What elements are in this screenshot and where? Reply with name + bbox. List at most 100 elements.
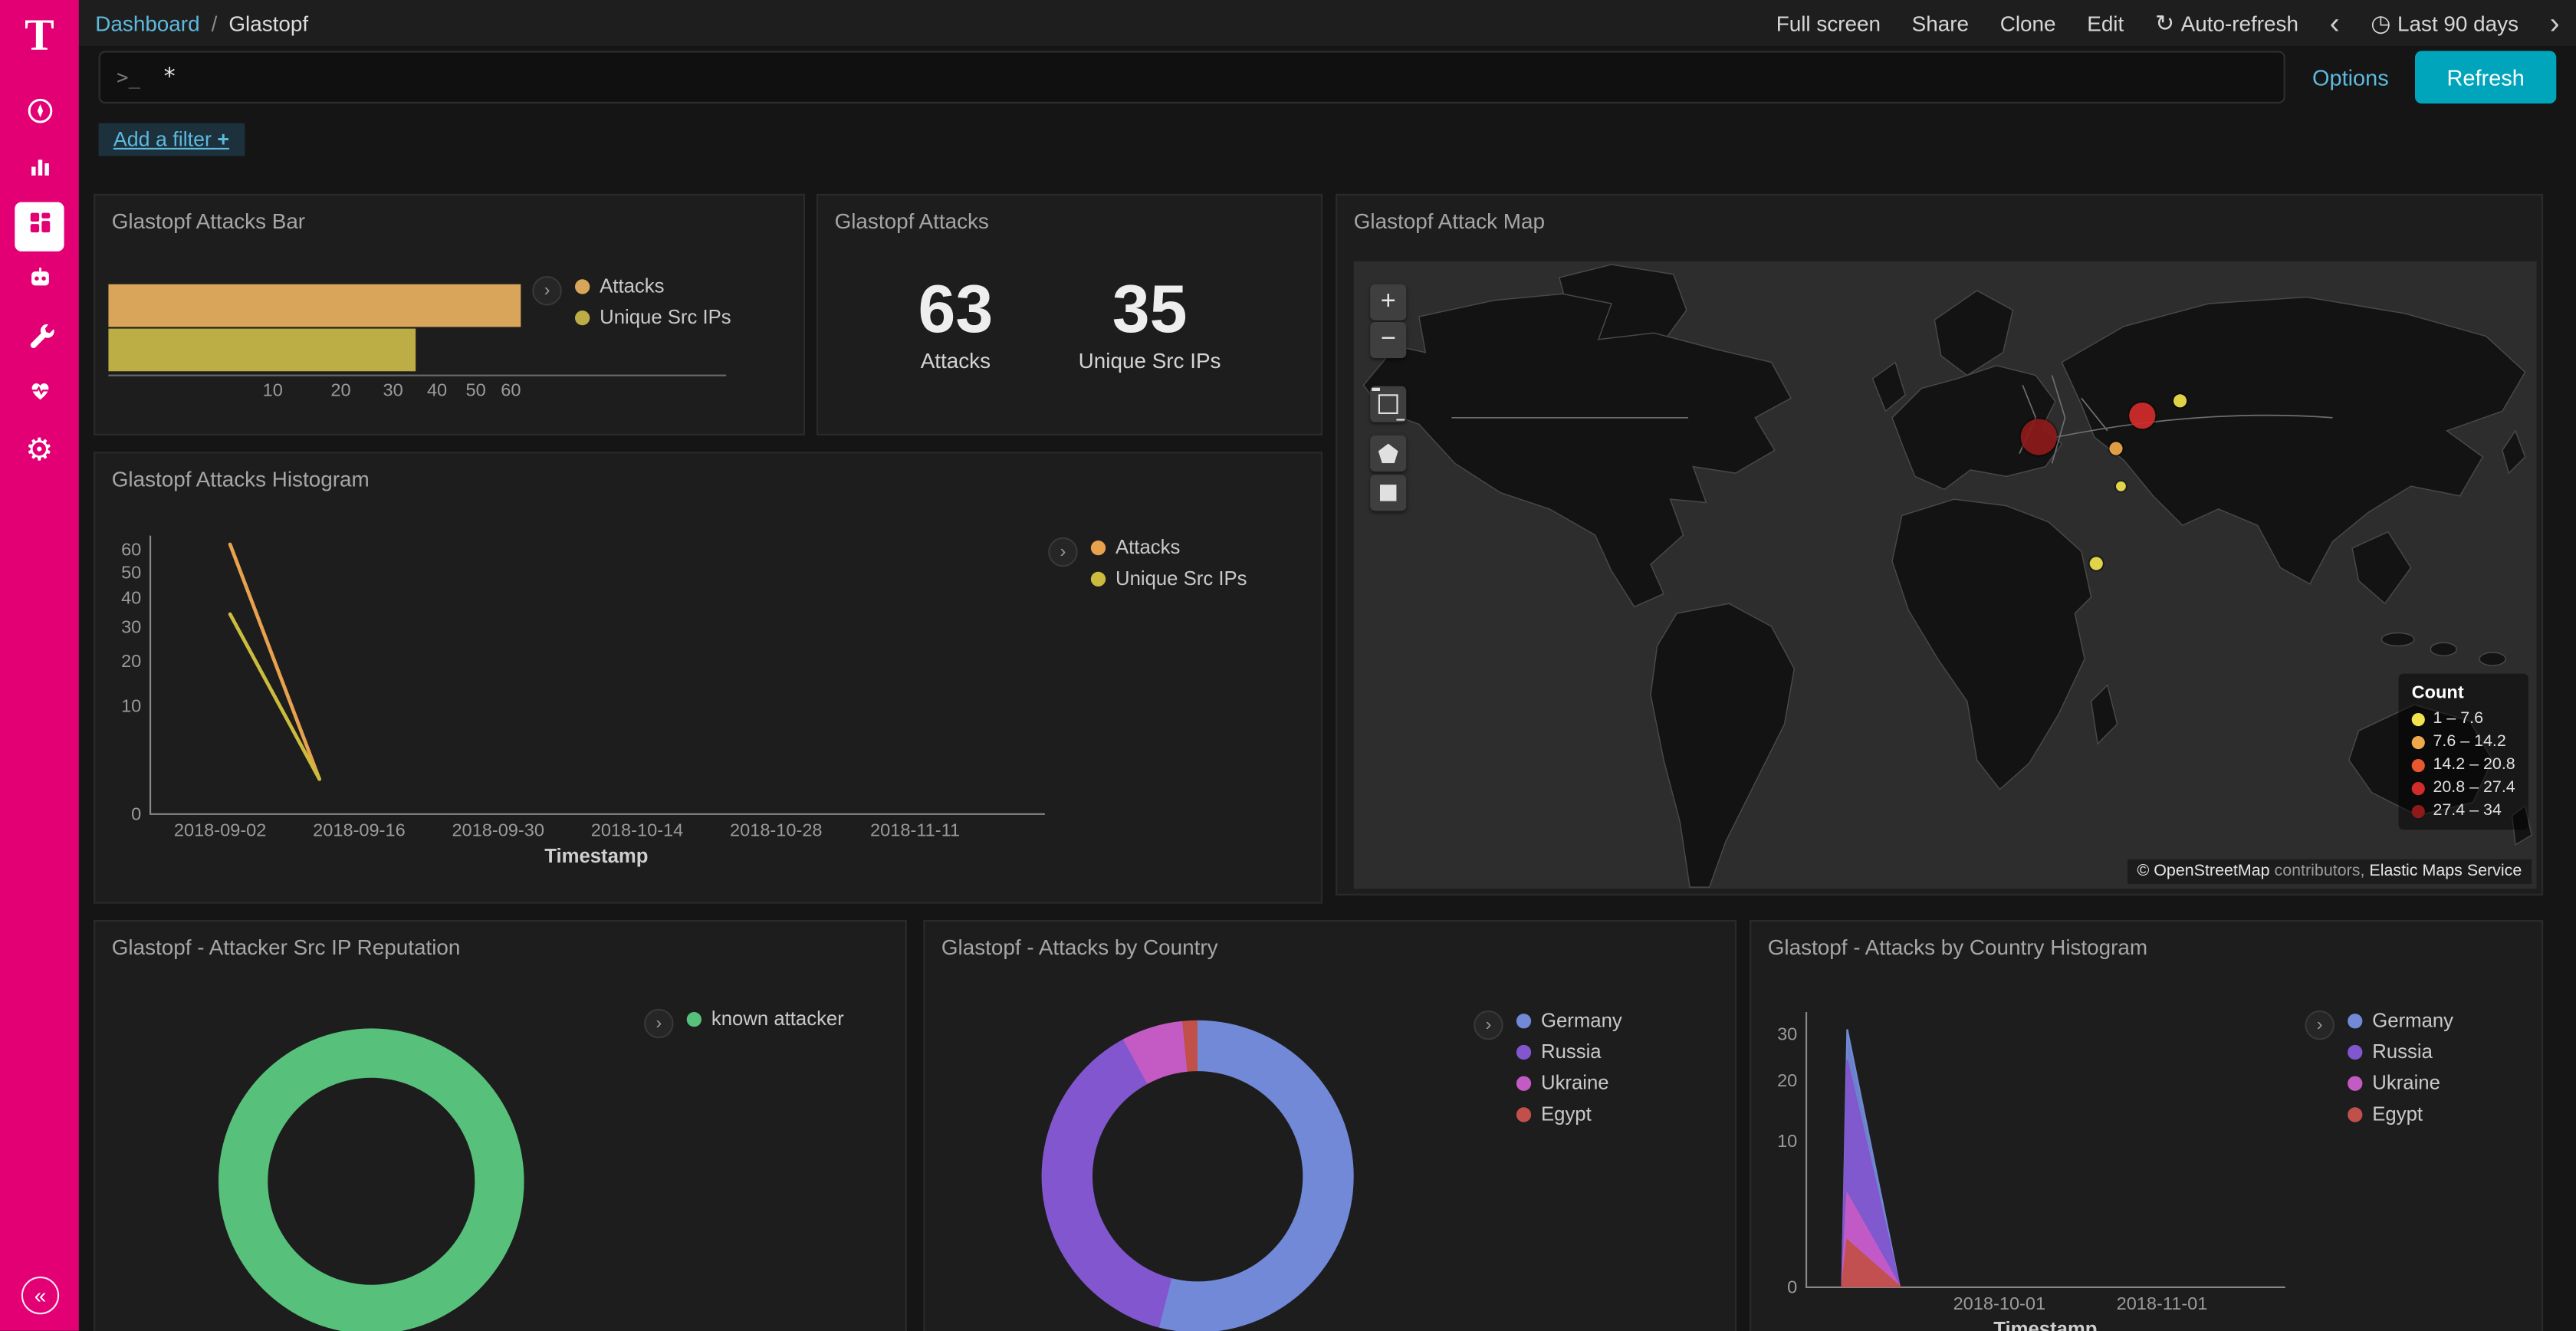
map-legend-row: 20.8 – 27.4 — [2412, 779, 2515, 797]
donut-hole — [1092, 1071, 1303, 1281]
legend-item[interactable]: Ukraine — [2348, 1071, 2453, 1094]
panel-attack-map: Glastopf Attack Map — [1336, 194, 2543, 896]
y-tick-label: 60 — [121, 539, 141, 559]
attack-point[interactable] — [2174, 394, 2187, 407]
time-range-label: Last 90 days — [2397, 11, 2518, 35]
x-tick-label: 2018-10-01 — [1953, 1293, 2046, 1313]
x-tick-label: 50 — [459, 381, 492, 401]
query-input-wrap: >_ — [99, 51, 2286, 104]
legend-dot — [575, 310, 590, 324]
time-forward-chevron-icon[interactable]: › — [2550, 8, 2560, 38]
zoom-out-button[interactable]: − — [1370, 322, 1406, 358]
draw-rectangle-button[interactable] — [1370, 475, 1406, 511]
time-picker-button[interactable]: ◷Last 90 days — [2371, 9, 2518, 37]
legend-item[interactable]: Germany — [2348, 1009, 2453, 1032]
crop-icon — [1378, 394, 1398, 414]
sidebar-item-dashboard[interactable] — [15, 202, 64, 251]
sidebar-item-dev-tools[interactable] — [15, 314, 64, 363]
legend-item[interactable]: Attacks — [575, 274, 731, 297]
legend-item[interactable]: Germany — [1516, 1009, 1622, 1032]
bar-segment[interactable] — [108, 284, 521, 327]
plus-icon: + — [217, 128, 229, 151]
bar-segment[interactable] — [108, 329, 416, 372]
fit-bounds-button[interactable] — [1370, 386, 1406, 422]
donut-chart[interactable] — [219, 1028, 524, 1331]
mask-icon — [25, 265, 53, 301]
panel-title: Glastopf - Attacks by Country — [941, 935, 1719, 959]
attack-point[interactable] — [2109, 442, 2122, 455]
legend-label: Russia — [2372, 1040, 2433, 1063]
legend-toggle-icon[interactable]: › — [2305, 1011, 2334, 1040]
legend-dot — [2412, 781, 2425, 794]
add-filter-link[interactable]: Add a filter + — [99, 123, 245, 156]
legend-items: Attacks Unique Src IPs — [575, 274, 731, 329]
legend-toggle-icon[interactable]: › — [1474, 1011, 1503, 1040]
panel-attacks-by-country: Glastopf - Attacks by Country › Germany Ru… — [923, 920, 1737, 1331]
zoom-in-button[interactable]: + — [1370, 284, 1406, 320]
legend-item[interactable]: Russia — [1516, 1040, 1622, 1063]
share-button[interactable]: Share — [1912, 11, 1969, 35]
series-line[interactable] — [230, 544, 320, 779]
legend-item[interactable]: Attacks — [1091, 536, 1247, 559]
sidebar-item-visualize[interactable] — [15, 146, 64, 196]
world-map[interactable]: + − Count 1 – 7.67.6 – 14.214.2 – 20.820… — [1354, 261, 2537, 889]
legend-label: Ukraine — [2372, 1071, 2440, 1094]
legend-item[interactable]: Unique Src IPs — [1091, 567, 1247, 590]
options-link[interactable]: Options — [2312, 65, 2389, 90]
time-back-chevron-icon[interactable]: ‹ — [2330, 8, 2340, 38]
legend-range-label: 1 – 7.6 — [2433, 710, 2483, 728]
legend-item[interactable]: known attacker — [687, 1007, 844, 1030]
legend-item[interactable]: Egypt — [2348, 1103, 2453, 1126]
attack-point[interactable] — [2090, 557, 2103, 570]
full-screen-button[interactable]: Full screen — [1776, 11, 1881, 35]
legend-toggle-icon[interactable]: › — [644, 1009, 674, 1039]
sidebar-item-timelion[interactable] — [15, 258, 64, 307]
y-tick-label: 20 — [1777, 1070, 1797, 1090]
search-query-input[interactable] — [99, 51, 2286, 104]
metric-label: Attacks — [918, 348, 994, 373]
attack-point[interactable] — [2021, 419, 2057, 455]
legend-dot — [1516, 1044, 1531, 1059]
series-line[interactable] — [230, 614, 320, 779]
legend-toggle-icon[interactable]: › — [532, 276, 562, 306]
sidebar-item-management[interactable]: ⚙ — [15, 426, 64, 475]
draw-polygon-button[interactable] — [1370, 435, 1406, 472]
attack-point[interactable] — [2129, 403, 2155, 429]
chart-legend: › Attacks Unique Src IPs — [1048, 536, 1247, 590]
refresh-button[interactable]: Refresh — [2415, 51, 2556, 104]
panel-title: Glastopf Attacks Bar — [112, 209, 787, 233]
donut-chart[interactable] — [1042, 1020, 1354, 1331]
x-tick-label: 60 — [495, 381, 527, 401]
map-legend-row: 14.2 – 20.8 — [2412, 756, 2515, 774]
sidebar-item-discover[interactable] — [15, 90, 64, 140]
dashboard-icon — [25, 209, 53, 245]
x-tick-label: 2018-09-16 — [313, 820, 406, 840]
breadcrumb-separator: / — [212, 11, 218, 35]
legend-label: Egypt — [1541, 1103, 1592, 1126]
legend-item[interactable]: Egypt — [1516, 1103, 1622, 1126]
legend-item[interactable]: Russia — [2348, 1040, 2453, 1063]
legend-item[interactable]: Unique Src IPs — [575, 306, 731, 329]
legend-label: Attacks — [600, 274, 664, 297]
breadcrumb-dashboard-link[interactable]: Dashboard — [95, 11, 199, 35]
legend-toggle-icon[interactable]: › — [1048, 537, 1078, 567]
x-tick-label: 2018-10-14 — [591, 820, 684, 840]
clone-button[interactable]: Clone — [2000, 11, 2056, 35]
edit-button[interactable]: Edit — [2087, 11, 2124, 35]
breadcrumb-current: Glastopf — [228, 11, 308, 35]
legend-label: Attacks — [1116, 536, 1180, 559]
map-legend-title: Count — [2412, 683, 2515, 703]
sidebar-collapse-button[interactable]: « — [21, 1277, 59, 1314]
attack-point[interactable] — [2116, 481, 2126, 491]
y-tick-label: 0 — [1787, 1277, 1797, 1296]
topnav-actions: Full screen Share Clone Edit ↻Auto-refre… — [1776, 8, 2560, 38]
sidebar-item-monitoring[interactable] — [15, 370, 64, 419]
legend-dot — [1516, 1106, 1531, 1121]
panel-src-ip-reputation: Glastopf - Attacker Src IP Reputation ›k… — [94, 920, 907, 1331]
auto-refresh-button[interactable]: ↻Auto-refresh — [2155, 9, 2298, 37]
telekom-logo: T — [25, 10, 54, 61]
legend-items: Germany Russia Ukraine Egypt — [2348, 1009, 2453, 1126]
gear-icon: ⚙ — [25, 435, 54, 466]
legend-item[interactable]: Ukraine — [1516, 1071, 1622, 1094]
heartbeat-icon — [25, 376, 53, 412]
